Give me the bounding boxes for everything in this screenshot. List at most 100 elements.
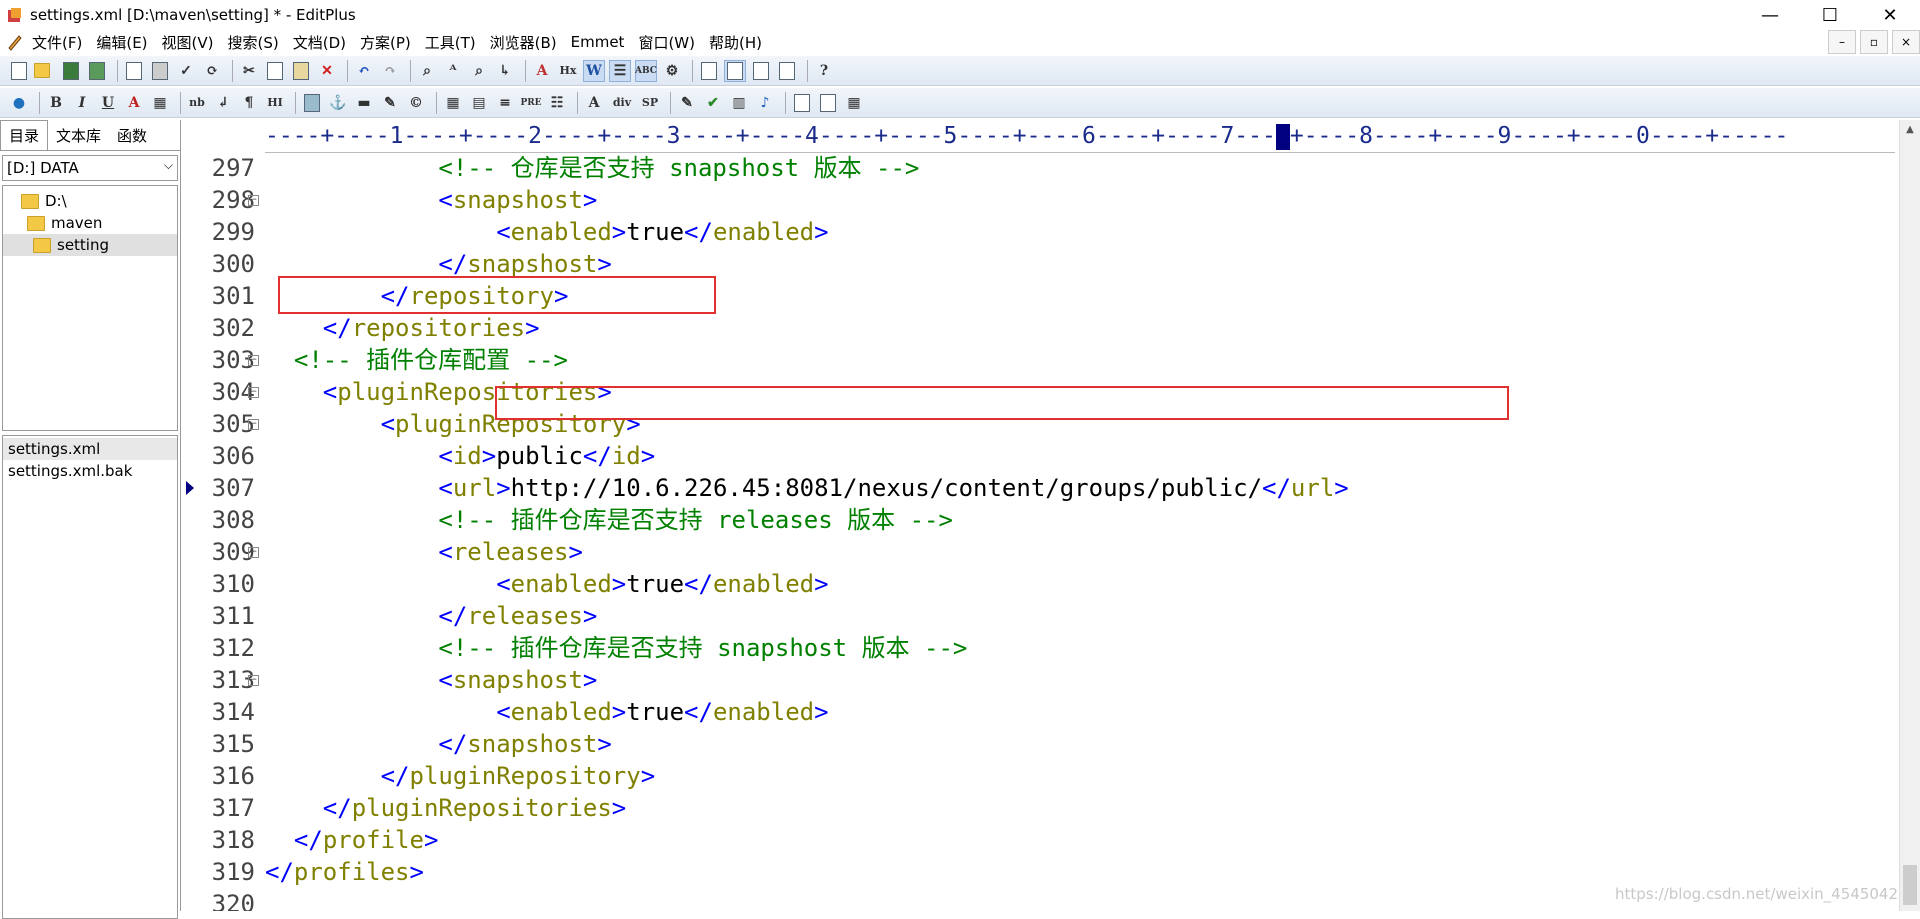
font-icon[interactable]: A <box>531 60 553 82</box>
globe-icon[interactable]: ● <box>8 92 30 114</box>
preformatted-button[interactable]: PRE <box>520 92 542 114</box>
edit-pen-icon[interactable]: ✎ <box>379 92 401 114</box>
code-line[interactable]: 302 </repositories> <box>183 312 1883 344</box>
word-wrap-icon[interactable]: W <box>583 59 605 82</box>
drive-select[interactable]: [D:] DATA ⌵ <box>2 155 178 181</box>
tree-item-maven[interactable]: maven <box>3 212 177 234</box>
replace-icon[interactable]: ᴬ <box>442 60 464 82</box>
copyright-icon[interactable]: © <box>405 92 427 114</box>
code-line[interactable]: 313− <snapshost> <box>183 664 1883 696</box>
menu-view[interactable]: 视图(V) <box>162 32 214 53</box>
save-icon[interactable] <box>60 60 82 82</box>
vertical-scrollbar[interactable]: ▲ <box>1899 120 1920 911</box>
nbsp-button[interactable]: nb <box>186 92 208 114</box>
color-palette-icon[interactable]: ▦ <box>149 92 171 114</box>
code-line[interactable]: 309− <releases> <box>183 536 1883 568</box>
fold-toggle-icon[interactable]: − <box>248 547 259 558</box>
line-break-button[interactable]: ↲ <box>212 92 234 114</box>
table-icon[interactable]: ▦ <box>442 92 464 114</box>
cut-icon[interactable]: ✂ <box>238 60 260 82</box>
fold-toggle-icon[interactable]: − <box>248 675 259 686</box>
code-line[interactable]: 311 </releases> <box>183 600 1883 632</box>
find-icon[interactable]: ⌕ <box>416 60 438 82</box>
align-center-icon[interactable]: ≡ <box>494 92 516 114</box>
bold-button[interactable]: B <box>45 92 67 114</box>
media-film-icon[interactable]: ▥ <box>728 92 750 114</box>
scroll-up-arrow-icon[interactable]: ▲ <box>1900 120 1920 140</box>
file-item-settings-xml[interactable]: settings.xml <box>3 438 177 460</box>
output-window-icon[interactable] <box>750 60 772 82</box>
toolbar-color-icon[interactable]: ▦ <box>843 92 865 114</box>
fold-toggle-icon[interactable]: − <box>248 387 259 398</box>
code-line[interactable]: 299 <enabled>true</enabled> <box>183 216 1883 248</box>
redo-icon[interactable]: ↷ <box>379 60 401 82</box>
line-number-icon[interactable]: ☰ <box>609 59 631 82</box>
menu-search[interactable]: 搜索(S) <box>228 32 279 53</box>
horizontal-rule-icon[interactable]: ▬ <box>353 92 375 114</box>
new-file-icon[interactable] <box>8 60 30 82</box>
find-in-files-icon[interactable]: ⌕ <box>468 60 490 82</box>
print-preview-icon[interactable] <box>123 60 145 82</box>
paste-icon[interactable] <box>290 60 312 82</box>
code-line[interactable]: 307 <url>http://10.6.226.45:8081/nexus/c… <box>183 472 1883 504</box>
goto-icon[interactable]: ↳ <box>494 60 516 82</box>
close-button[interactable]: ✕ <box>1860 0 1920 30</box>
code-editor[interactable]: ----+----1----+----2----+----3----+----4… <box>183 120 1920 911</box>
file-item-settings-xml-bak[interactable]: settings.xml.bak <box>3 460 177 482</box>
music-note-icon[interactable]: ♪ <box>754 92 776 114</box>
help-pointer-icon[interactable]: ? <box>813 60 835 82</box>
script-icon[interactable]: ✎ <box>676 92 698 114</box>
span-button[interactable]: SP <box>639 92 661 114</box>
code-line[interactable]: 297 <!-- 仓库是否支持 snapshost 版本 --> <box>183 152 1883 184</box>
code-line[interactable]: 308 <!-- 插件仓库是否支持 releases 版本 --> <box>183 504 1883 536</box>
font-tag-icon[interactable]: A <box>583 92 605 114</box>
menu-emmet[interactable]: Emmet <box>571 33 625 51</box>
list-icon[interactable]: ☷ <box>546 92 568 114</box>
directory-window-icon[interactable] <box>698 60 720 82</box>
code-line[interactable]: 312 <!-- 插件仓库是否支持 snapshost 版本 --> <box>183 632 1883 664</box>
fullscreen-icon[interactable] <box>776 60 798 82</box>
settings-gear-icon[interactable]: ⚙ <box>661 60 683 82</box>
image-icon[interactable] <box>301 92 323 114</box>
scrollbar-thumb[interactable] <box>1903 865 1917 905</box>
delete-icon[interactable]: ✕ <box>316 60 338 82</box>
code-line[interactable]: 316 </pluginRepository> <box>183 760 1883 792</box>
anchor-icon[interactable]: ⚓ <box>327 92 349 114</box>
code-line[interactable]: 314 <enabled>true</enabled> <box>183 696 1883 728</box>
code-line[interactable]: 310 <enabled>true</enabled> <box>183 568 1883 600</box>
tab-directory[interactable]: 目录 <box>0 120 49 150</box>
code-line[interactable]: 303− <!-- 插件仓库配置 --> <box>183 344 1883 376</box>
div-button[interactable]: div <box>609 92 635 114</box>
copy-icon[interactable] <box>264 60 286 82</box>
mdi-close-button[interactable]: × <box>1892 30 1920 54</box>
tree-item-drive[interactable]: D:\ <box>3 190 177 212</box>
tab-functions[interactable]: 函数 <box>109 121 155 150</box>
code-line[interactable]: 317 </pluginRepositories> <box>183 792 1883 824</box>
mdi-restore-button[interactable]: ▫ <box>1860 30 1888 54</box>
tree-item-setting[interactable]: setting <box>3 234 177 256</box>
menu-browser[interactable]: 浏览器(B) <box>490 32 557 53</box>
menu-document[interactable]: 文档(D) <box>293 32 346 53</box>
window-layout-icon[interactable] <box>791 92 813 114</box>
browser-preview-icon[interactable]: ⟳ <box>201 60 223 82</box>
undo-icon[interactable]: ↶ <box>353 60 375 82</box>
menu-edit[interactable]: 编辑(E) <box>96 32 147 53</box>
fold-toggle-icon[interactable]: − <box>248 355 259 366</box>
maximize-button[interactable]: ☐ <box>1800 0 1860 30</box>
validate-check-icon[interactable]: ✔ <box>702 92 724 114</box>
ruler-icon[interactable]: ABC <box>635 59 657 82</box>
code-line[interactable]: 319 </profiles> <box>183 856 1883 888</box>
print-icon[interactable] <box>149 60 171 82</box>
italic-button[interactable]: I <box>71 92 93 114</box>
menu-tools[interactable]: 工具(T) <box>425 32 476 53</box>
form-icon[interactable]: ▤ <box>468 92 490 114</box>
hex-viewer-icon[interactable]: Hx <box>557 60 579 82</box>
cliptext-window-icon[interactable] <box>724 59 746 82</box>
fold-toggle-icon[interactable]: − <box>248 419 259 430</box>
code-line[interactable]: 298− <snapshost> <box>183 184 1883 216</box>
menu-help[interactable]: 帮助(H) <box>709 32 762 53</box>
fold-toggle-icon[interactable]: − <box>248 195 259 206</box>
font-color-button[interactable]: A <box>123 92 145 114</box>
tab-cliptext[interactable]: 文本库 <box>48 121 109 150</box>
paragraph-button[interactable]: ¶ <box>238 92 260 114</box>
